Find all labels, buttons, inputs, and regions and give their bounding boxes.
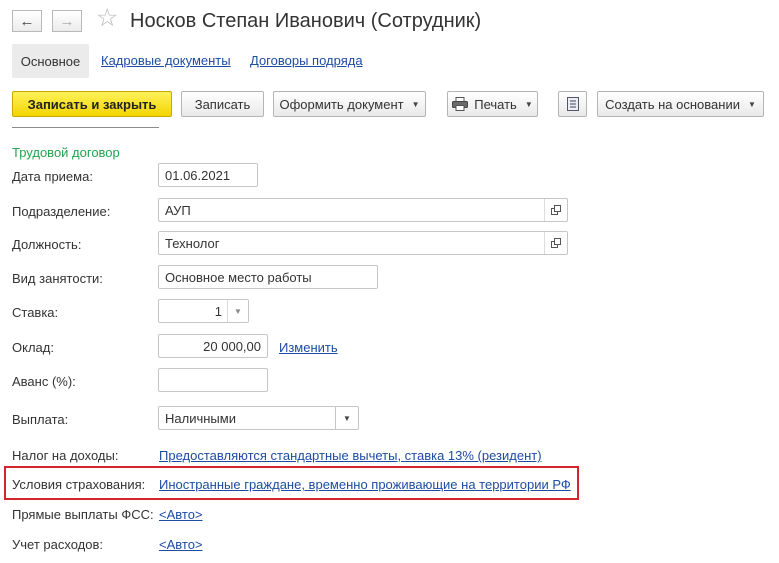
- chevron-down-icon[interactable]: ▼: [335, 407, 358, 429]
- print-button[interactable]: Печать ▼: [447, 91, 538, 117]
- tab-contracts[interactable]: Договоры подряда: [250, 53, 363, 68]
- list-icon: [566, 97, 579, 111]
- advance-field[interactable]: [158, 368, 268, 392]
- printer-icon: [452, 97, 469, 111]
- create-document-label: Оформить документ: [279, 96, 404, 112]
- payment-value: Наличными: [165, 410, 236, 426]
- caret-down-icon: ▼: [524, 99, 533, 109]
- salary-value: 20 000,00: [203, 338, 261, 354]
- department-label: Подразделение:: [12, 204, 111, 219]
- star-icon[interactable]: ☆: [96, 6, 118, 31]
- payment-label: Выплата:: [12, 412, 69, 427]
- insurance-link[interactable]: Иностранные граждане, временно проживающ…: [159, 477, 571, 492]
- fss-payments-label: Прямые выплаты ФСС:: [12, 507, 154, 522]
- arrow-left-icon: ←: [19, 12, 35, 30]
- divider: [12, 127, 159, 128]
- salary-label: Оклад:: [12, 340, 54, 355]
- department-value: АУП: [165, 202, 191, 218]
- employment-type-field[interactable]: Основное место работы: [158, 265, 378, 289]
- hire-date-field[interactable]: 01.06.2021: [158, 163, 258, 187]
- create-based-on-label: Создать на основании: [605, 96, 740, 112]
- create-document-button[interactable]: Оформить документ ▼: [273, 91, 426, 117]
- payment-select[interactable]: Наличными ▼: [158, 406, 359, 430]
- save-label: Записать: [194, 96, 251, 112]
- income-tax-label: Налог на доходы:: [12, 448, 119, 463]
- save-button[interactable]: Записать: [181, 91, 264, 117]
- employment-type-label: Вид занятости:: [12, 271, 103, 286]
- page-title: Носков Степан Иванович (Сотрудник): [130, 10, 482, 32]
- rate-label: Ставка:: [12, 305, 59, 320]
- position-field[interactable]: Технолог: [158, 231, 568, 255]
- hire-date-label: Дата приема:: [12, 169, 93, 184]
- position-label: Должность:: [12, 237, 82, 252]
- hire-date-value: 01.06.2021: [165, 167, 231, 183]
- employment-type-value: Основное место работы: [165, 269, 312, 285]
- tab-main[interactable]: Основное: [12, 44, 89, 78]
- open-icon[interactable]: [544, 199, 567, 221]
- salary-field[interactable]: 20 000,00: [158, 334, 268, 358]
- save-and-close-button[interactable]: Записать и закрыть: [12, 91, 172, 117]
- print-label: Печать: [474, 96, 517, 112]
- create-based-on-button[interactable]: Создать на основании ▼: [597, 91, 764, 117]
- insurance-label: Условия страхования:: [12, 477, 146, 492]
- tab-personnel-documents[interactable]: Кадровые документы: [101, 53, 231, 68]
- arrow-right-icon: →: [59, 12, 75, 30]
- change-salary-link[interactable]: Изменить: [279, 340, 338, 355]
- advance-label: Аванс (%):: [12, 374, 76, 389]
- position-value: Технолог: [165, 235, 220, 251]
- forward-button[interactable]: →: [52, 10, 82, 32]
- list-button[interactable]: [558, 91, 587, 117]
- department-field[interactable]: АУП: [158, 198, 568, 222]
- income-tax-link[interactable]: Предоставляются стандартные вычеты, став…: [159, 448, 542, 463]
- caret-down-icon: ▼: [747, 99, 756, 109]
- save-and-close-label: Записать и закрыть: [27, 96, 157, 112]
- section-title: Трудовой договор: [12, 145, 120, 160]
- rate-value: 1: [214, 303, 222, 319]
- caret-down-icon: ▼: [411, 99, 420, 109]
- back-button[interactable]: ←: [12, 10, 42, 32]
- open-icon[interactable]: [544, 232, 567, 254]
- rate-field[interactable]: 1 ▼: [158, 299, 249, 323]
- expense-accounting-label: Учет расходов:: [12, 537, 103, 552]
- fss-payments-link[interactable]: <Авто>: [159, 507, 203, 522]
- spin-down-icon[interactable]: ▼: [227, 300, 248, 322]
- expense-accounting-link[interactable]: <Авто>: [159, 537, 203, 552]
